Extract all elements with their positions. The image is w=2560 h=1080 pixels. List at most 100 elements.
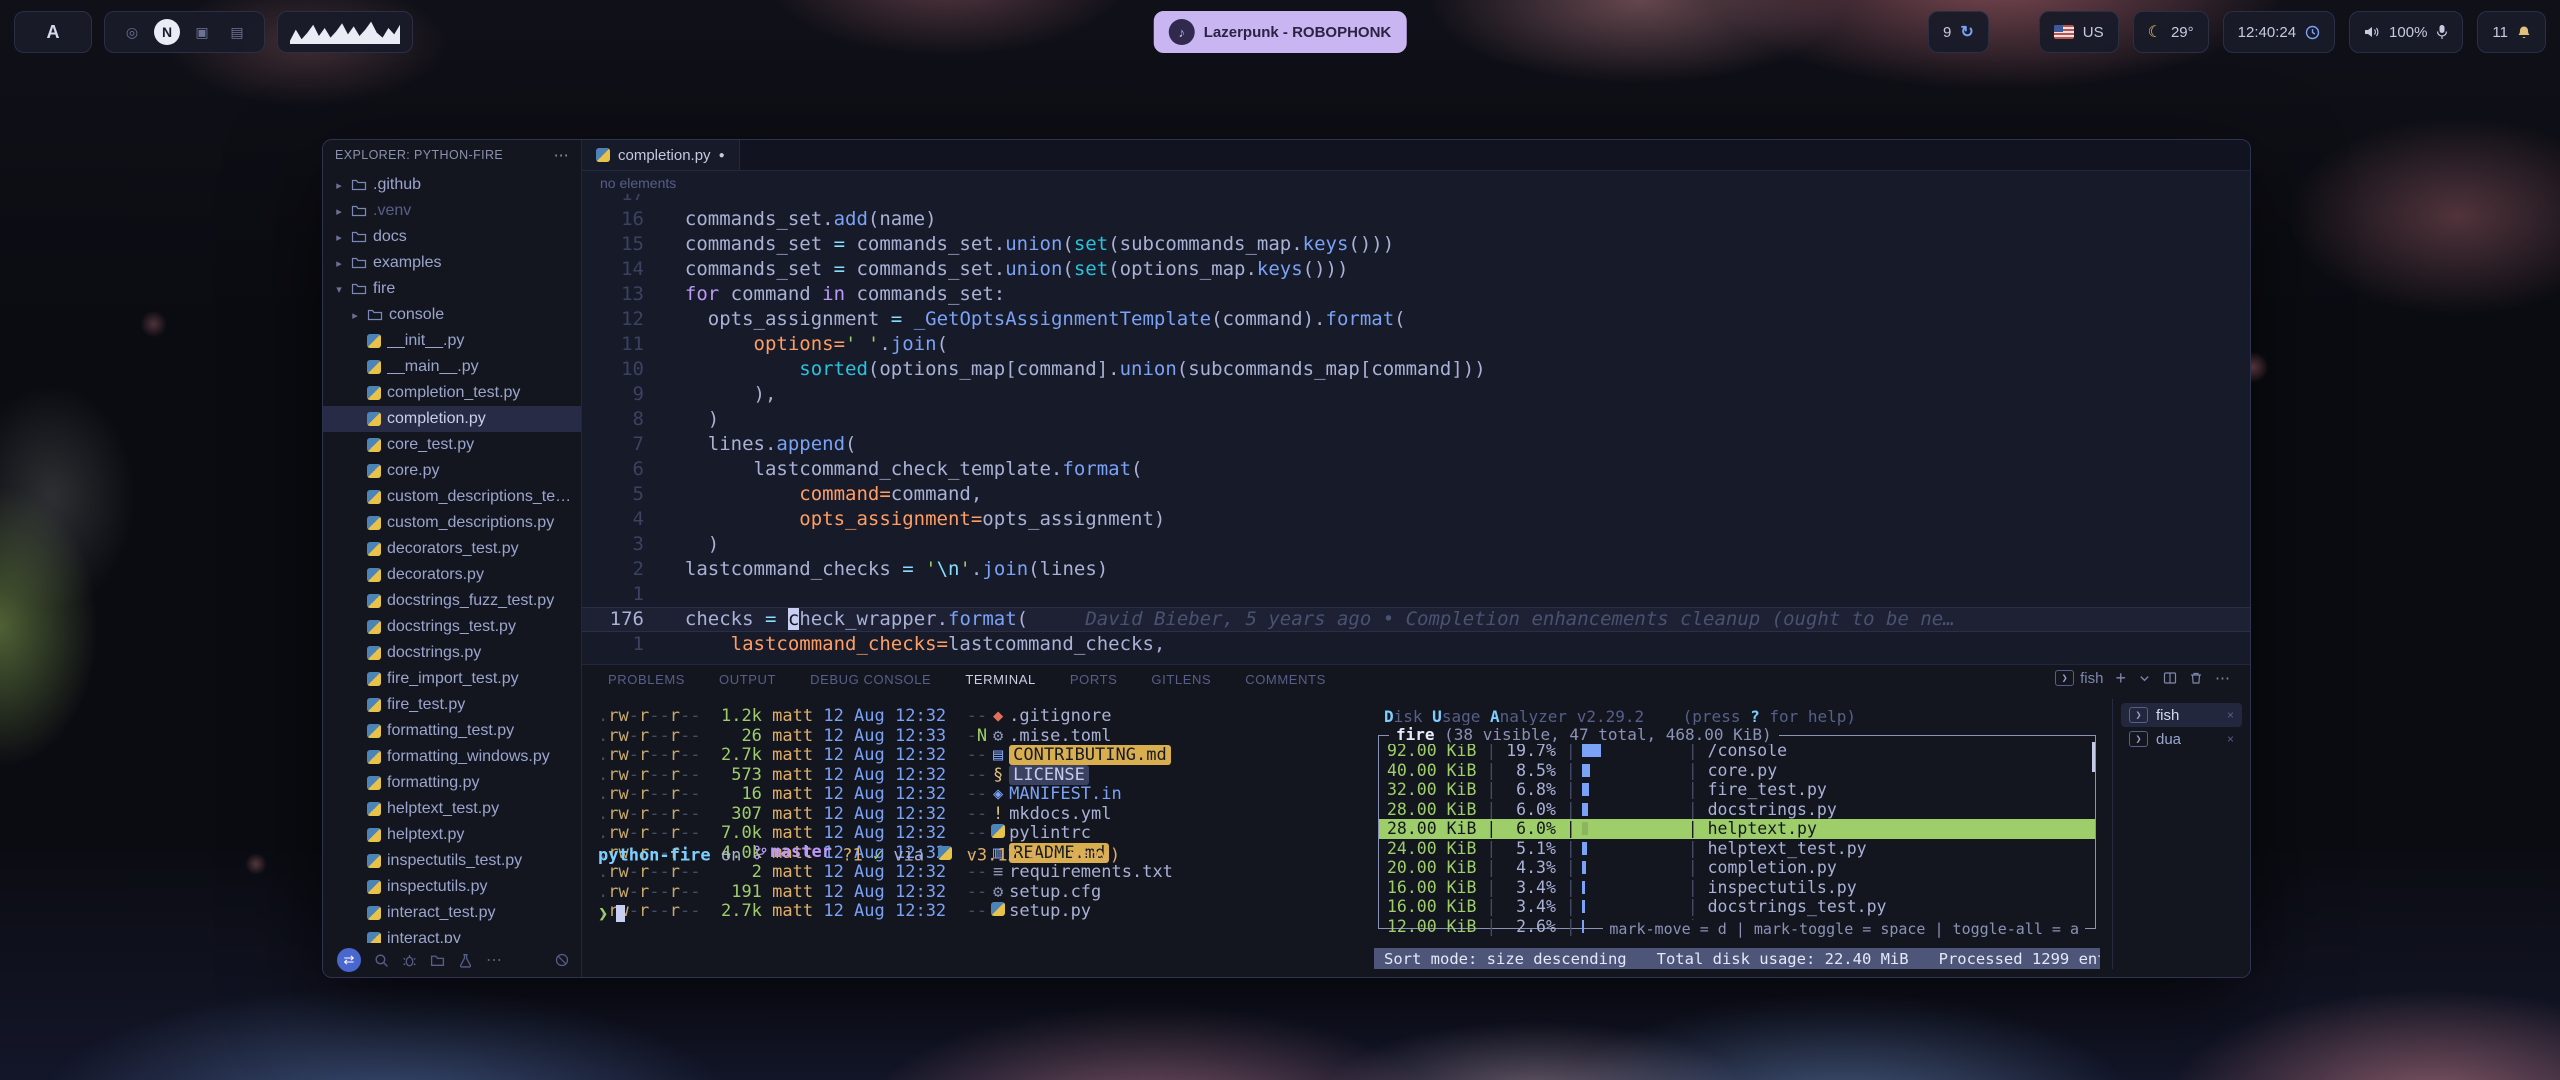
updates-widget[interactable]: 9 ↻ (1928, 11, 1989, 53)
terminal-tab-fish[interactable]: ❯fish× (2121, 703, 2242, 727)
new-terminal-button[interactable]: + (2115, 669, 2126, 687)
kill-terminal-icon[interactable] (2189, 671, 2203, 685)
dua-row-fire_test.py[interactable]: 32.00 KiB | 6.8% || fire_test.py (1379, 780, 2095, 800)
panel-tab-comments[interactable]: COMMENTS (1245, 672, 1326, 687)
tree-item-console[interactable]: ▸console (323, 302, 581, 328)
code-line[interactable]: 1 (582, 582, 2250, 607)
tree-item-fire_import_test.py[interactable]: fire_import_test.py (323, 666, 581, 692)
explorer-more-icon[interactable]: ⋯ (554, 146, 569, 164)
code-line[interactable]: 5 command=command, (582, 482, 2250, 507)
tree-item-fire[interactable]: ▾fire (323, 276, 581, 302)
tab-completion-py[interactable]: completion.py ● (582, 140, 740, 170)
dua-pane[interactable]: Disk Usage Analyzer v2.29.2 (press ? for… (1374, 707, 2100, 973)
workspace-n-button[interactable]: N (154, 19, 180, 45)
code-line[interactable]: 8 ) (582, 407, 2250, 432)
workspace-circle-button[interactable]: ◎ (119, 19, 145, 45)
notifications-widget[interactable]: 11 (2477, 11, 2546, 53)
panel-tab-gitlens[interactable]: GITLENS (1151, 672, 1211, 687)
files-icon[interactable] (430, 953, 445, 968)
terminal-dropdown-chevron-icon[interactable] (2138, 672, 2151, 685)
beaker-icon[interactable] (458, 953, 473, 968)
dua-row-inspectutils.py[interactable]: 16.00 KiB | 3.4% || inspectutils.py (1379, 878, 2095, 898)
weather-widget[interactable]: ☾ 29° (2133, 11, 2209, 53)
code-line[interactable]: 10 sorted(options_map[command].union(sub… (582, 357, 2250, 382)
tree-item-completion_test.py[interactable]: completion_test.py (323, 380, 581, 406)
tree-item-helptext_test.py[interactable]: helptext_test.py (323, 796, 581, 822)
dua-row-completion.py[interactable]: 20.00 KiB | 4.3% || completion.py (1379, 858, 2095, 878)
workspace-file-button[interactable]: ▤ (224, 19, 250, 45)
tree-item-docs[interactable]: ▸docs (323, 224, 581, 250)
code-line[interactable]: 15 commands_set = commands_set.union(set… (582, 232, 2250, 257)
tree-item-docstrings.py[interactable]: docstrings.py (323, 640, 581, 666)
tree-item-core_test.py[interactable]: core_test.py (323, 432, 581, 458)
panel-more-icon[interactable]: ⋯ (2215, 669, 2230, 687)
code-line[interactable]: 7 lines.append( (582, 432, 2250, 457)
code-line[interactable]: 6 lastcommand_check_template.format( (582, 457, 2250, 482)
tree-item-helptext.py[interactable]: helptext.py (323, 822, 581, 848)
system-graph-widget[interactable] (277, 11, 413, 53)
tree-item-__init__.py[interactable]: __init__.py (323, 328, 581, 354)
remote-badge[interactable]: ⇄ (337, 948, 361, 972)
close-terminal-icon[interactable]: × (2227, 708, 2234, 722)
code-line[interactable]: 9 ), (582, 382, 2250, 407)
tree-item-formatting_test.py[interactable]: formatting_test.py (323, 718, 581, 744)
no-errors-icon[interactable] (555, 953, 569, 967)
panel-tab-terminal[interactable]: TERMINAL (965, 672, 1036, 687)
dua-row-helptext.py[interactable]: 28.00 KiB | 6.0% || helptext.py (1379, 819, 2095, 839)
modified-dot-icon[interactable]: ● (719, 150, 725, 161)
code-line[interactable]: 176 checks = check_wrapper.format( David… (582, 607, 2250, 632)
panel-tab-debug-console[interactable]: DEBUG CONSOLE (810, 672, 931, 687)
dua-row-helptext_test.py[interactable]: 24.00 KiB | 5.1% || helptext_test.py (1379, 839, 2095, 859)
code-line[interactable]: 13 for command in commands_set: (582, 282, 2250, 307)
keyboard-layout-widget[interactable]: US (2039, 11, 2119, 53)
dua-row-core.py[interactable]: 40.00 KiB | 8.5% || core.py (1379, 761, 2095, 781)
tree-item-custom_descriptions.py[interactable]: custom_descriptions.py (323, 510, 581, 536)
tree-item-.github[interactable]: ▸.github (323, 172, 581, 198)
tree-item-formatting_windows.py[interactable]: formatting_windows.py (323, 744, 581, 770)
clock-widget[interactable]: 12:40:24 (2223, 11, 2335, 53)
tree-item-__main__.py[interactable]: __main__.py (323, 354, 581, 380)
tree-item-custom_descriptions_test.py[interactable]: custom_descriptions_test.py (323, 484, 581, 510)
app-launcher-button[interactable]: A (14, 11, 92, 53)
code-line[interactable]: 3 ) (582, 532, 2250, 557)
code-line[interactable]: 4 opts_assignment=opts_assignment) (582, 507, 2250, 532)
terminal-profile-button[interactable]: ❯ fish (2055, 670, 2103, 687)
tree-item-decorators_test.py[interactable]: decorators_test.py (323, 536, 581, 562)
code-line[interactable]: 1 lastcommand_checks=lastcommand_checks, (582, 632, 2250, 657)
panel-tab-output[interactable]: OUTPUT (719, 672, 776, 687)
tree-item-inspectutils_test.py[interactable]: inspectutils_test.py (323, 848, 581, 874)
close-terminal-icon[interactable]: × (2227, 732, 2234, 746)
panel-tab-problems[interactable]: PROBLEMS (608, 672, 685, 687)
split-terminal-icon[interactable] (2163, 671, 2177, 685)
tree-item-decorators.py[interactable]: decorators.py (323, 562, 581, 588)
terminal-tab-dua[interactable]: ❯dua× (2121, 727, 2242, 751)
tree-item-docstrings_test.py[interactable]: docstrings_test.py (323, 614, 581, 640)
code-line[interactable]: 14 commands_set = commands_set.union(set… (582, 257, 2250, 282)
dua-row-docstrings.py[interactable]: 28.00 KiB | 6.0% || docstrings.py (1379, 800, 2095, 820)
code-line[interactable]: 12 opts_assignment = _GetOptsAssignmentT… (582, 307, 2250, 332)
tree-item-examples[interactable]: ▸examples (323, 250, 581, 276)
code-editor[interactable]: 17 """16 commands_set.add(name)15 comman… (582, 194, 2250, 664)
shell-prompt[interactable]: python-fire on master ?1 ✓ via v3.12.4 (… (598, 804, 1120, 963)
code-line[interactable]: 17 """ (582, 194, 2250, 207)
tree-item-inspectutils.py[interactable]: inspectutils.py (323, 874, 581, 900)
tree-item-core.py[interactable]: core.py (323, 458, 581, 484)
tree-item-interact_test.py[interactable]: interact_test.py (323, 900, 581, 926)
tree-item-interact.py[interactable]: interact.py (323, 926, 581, 943)
code-line[interactable]: 11 options=' '.join( (582, 332, 2250, 357)
tree-item-completion.py[interactable]: completion.py (323, 406, 581, 432)
tree-item-fire_test.py[interactable]: fire_test.py (323, 692, 581, 718)
dua-row-docstrings_test.py[interactable]: 16.00 KiB | 3.4% || docstrings_test.py (1379, 897, 2095, 917)
audio-widget[interactable]: 100% (2349, 11, 2463, 53)
tree-item-formatting.py[interactable]: formatting.py (323, 770, 581, 796)
workspace-grid-button[interactable]: ▣ (189, 19, 215, 45)
debug-icon[interactable] (402, 953, 417, 968)
tree-item-.venv[interactable]: ▸.venv (323, 198, 581, 224)
tree-item-docstrings_fuzz_test.py[interactable]: docstrings_fuzz_test.py (323, 588, 581, 614)
code-line[interactable]: 2 lastcommand_checks = '\n'.join(lines) (582, 557, 2250, 582)
search-icon[interactable] (374, 953, 389, 968)
panel-tab-ports[interactable]: PORTS (1070, 672, 1118, 687)
more-icon[interactable]: ⋯ (486, 950, 502, 970)
music-player-widget[interactable]: ♪ Lazerpunk - ROBOPHONK (1154, 11, 1407, 53)
code-line[interactable]: 16 commands_set.add(name) (582, 207, 2250, 232)
